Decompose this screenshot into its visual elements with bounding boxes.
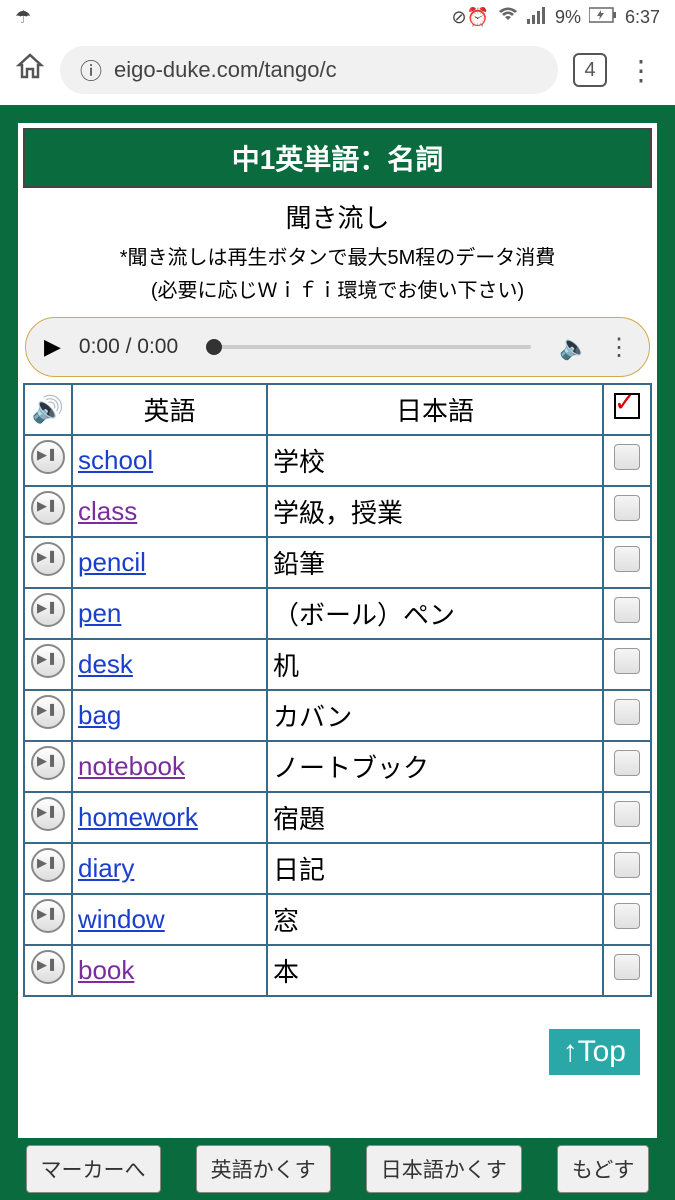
audio-slider[interactable]: [206, 345, 531, 349]
signal-icon: [527, 6, 547, 29]
english-word-link[interactable]: bag: [78, 700, 121, 730]
play-icon[interactable]: ▶: [44, 334, 61, 360]
page-content: 中1英単語：名詞 聞き流し *聞き流しは再生ボタンで最大5M程のデータ消費 (必…: [0, 105, 675, 1138]
home-icon[interactable]: [15, 51, 45, 89]
row-play-button[interactable]: [24, 843, 72, 894]
browser-menu-icon[interactable]: ⋮: [622, 54, 660, 87]
table-row: desk 机: [24, 639, 651, 690]
audio-player[interactable]: ▶ 0:00 / 0:00 🔈 ⋮: [25, 317, 650, 377]
table-row: class 学級，授業: [24, 486, 651, 537]
row-play-button[interactable]: [24, 435, 72, 486]
row-checkbox[interactable]: [603, 588, 651, 639]
url-text: eigo-duke.com/tango/c: [114, 57, 337, 83]
listen-note-2: (必要に応じＷｉｆｉ環境でお使い下さい): [27, 272, 648, 305]
english-word-link[interactable]: desk: [78, 649, 133, 679]
status-time: 6:37: [625, 7, 660, 28]
english-word-link[interactable]: book: [78, 955, 134, 985]
listen-note-1: *聞き流しは再生ボタンで最大5M程のデータ消費: [27, 239, 648, 272]
audio-menu-icon[interactable]: ⋮: [607, 333, 631, 362]
japanese-word: 日記: [267, 843, 603, 894]
english-word-link[interactable]: pencil: [78, 547, 146, 577]
table-row: book 本: [24, 945, 651, 996]
row-checkbox[interactable]: [603, 690, 651, 741]
bottom-toolbar: マーカーへ 英語かくす 日本語かくす もどす: [0, 1138, 675, 1200]
volume-icon[interactable]: 🔈: [559, 333, 589, 362]
wifi-icon: [497, 6, 519, 29]
header-english: 英語: [72, 384, 267, 435]
hide-english-button[interactable]: 英語かくす: [196, 1145, 331, 1193]
audio-time: 0:00 / 0:00: [79, 335, 178, 359]
english-word-link[interactable]: class: [78, 496, 137, 526]
row-play-button[interactable]: [24, 690, 72, 741]
scroll-top-button[interactable]: ↑Top: [549, 1029, 640, 1075]
table-row: pen （ボール）ペン: [24, 588, 651, 639]
english-word-link[interactable]: homework: [78, 802, 198, 832]
japanese-word: （ボール）ペン: [267, 588, 603, 639]
marker-button[interactable]: マーカーへ: [26, 1145, 161, 1193]
row-play-button[interactable]: [24, 537, 72, 588]
header-audio-icon: 🔊: [24, 384, 72, 435]
battery-percent: 9%: [555, 7, 581, 28]
english-word-link[interactable]: window: [78, 904, 165, 934]
japanese-word: 鉛筆: [267, 537, 603, 588]
row-checkbox[interactable]: [603, 945, 651, 996]
restore-button[interactable]: もどす: [557, 1145, 650, 1193]
english-word-link[interactable]: school: [78, 445, 153, 475]
table-row: school 学校: [24, 435, 651, 486]
row-checkbox[interactable]: [603, 486, 651, 537]
url-bar[interactable]: ⓘ eigo-duke.com/tango/c: [60, 46, 558, 94]
hide-japanese-button[interactable]: 日本語かくす: [366, 1145, 522, 1193]
row-play-button[interactable]: [24, 894, 72, 945]
tabs-button[interactable]: 4: [573, 53, 607, 87]
row-checkbox[interactable]: [603, 639, 651, 690]
japanese-word: 窓: [267, 894, 603, 945]
vocab-table: 🔊 英語 日本語 ✓ school学校class学級，授業pencil鉛筆pen…: [23, 383, 652, 997]
english-word-link[interactable]: pen: [78, 598, 121, 628]
moon-alarm-icon: ⊘⏰: [451, 7, 489, 28]
japanese-word: 学級，授業: [267, 486, 603, 537]
page-title: 中1英単語：名詞: [23, 128, 652, 188]
listen-title: 聞き流し: [27, 194, 648, 239]
table-row: notebook ノートブック: [24, 741, 651, 792]
japanese-word: カバン: [267, 690, 603, 741]
table-row: homework 宿題: [24, 792, 651, 843]
row-play-button[interactable]: [24, 945, 72, 996]
header-japanese: 日本語: [267, 384, 603, 435]
row-checkbox[interactable]: [603, 537, 651, 588]
row-checkbox[interactable]: [603, 792, 651, 843]
row-checkbox[interactable]: [603, 435, 651, 486]
battery-icon: [589, 7, 617, 28]
table-row: pencil 鉛筆: [24, 537, 651, 588]
table-row: window 窓: [24, 894, 651, 945]
row-play-button[interactable]: [24, 792, 72, 843]
english-word-link[interactable]: diary: [78, 853, 134, 883]
row-checkbox[interactable]: [603, 843, 651, 894]
japanese-word: 机: [267, 639, 603, 690]
row-checkbox[interactable]: [603, 894, 651, 945]
english-word-link[interactable]: notebook: [78, 751, 185, 781]
table-row: bag カバン: [24, 690, 651, 741]
header-check-icon: ✓: [603, 384, 651, 435]
japanese-word: 学校: [267, 435, 603, 486]
status-bar: ☂ ⊘⏰ 9% 6:37: [0, 0, 675, 35]
row-play-button[interactable]: [24, 486, 72, 537]
table-row: diary 日記: [24, 843, 651, 894]
row-play-button[interactable]: [24, 639, 72, 690]
info-icon: ⓘ: [80, 54, 102, 86]
row-play-button[interactable]: [24, 588, 72, 639]
row-checkbox[interactable]: [603, 741, 651, 792]
umbrella-icon: ☂: [15, 7, 31, 27]
japanese-word: ノートブック: [267, 741, 603, 792]
browser-bar: ⓘ eigo-duke.com/tango/c 4 ⋮: [0, 35, 675, 105]
japanese-word: 宿題: [267, 792, 603, 843]
row-play-button[interactable]: [24, 741, 72, 792]
japanese-word: 本: [267, 945, 603, 996]
